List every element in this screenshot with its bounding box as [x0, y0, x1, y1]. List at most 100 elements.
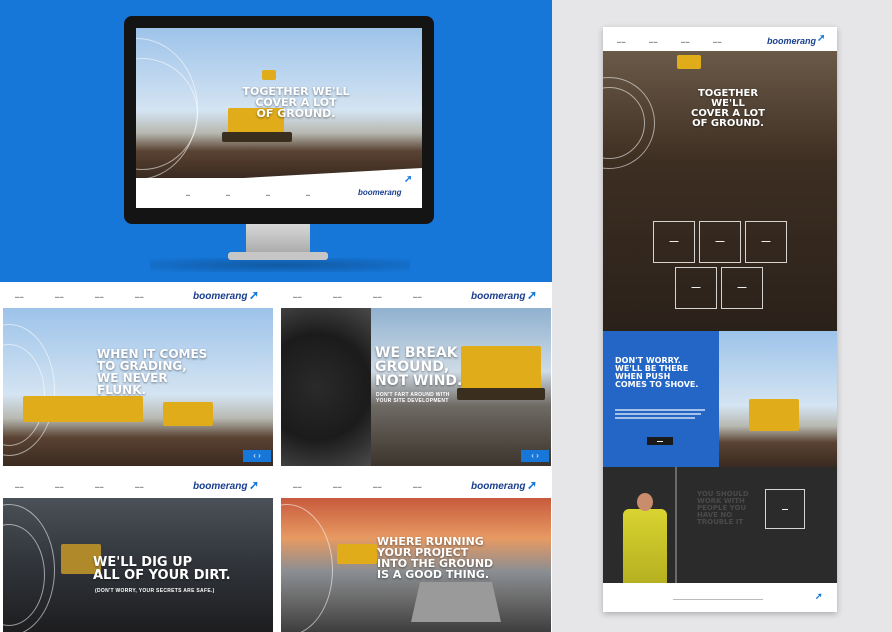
tall-survey-headline: YOU SHOULD WORK WITH PEOPLE YOU HAVE NO …: [697, 491, 749, 526]
card-nav-item[interactable]: ▬▬: [333, 484, 342, 489]
card-nav-item[interactable]: ▬▬: [373, 294, 382, 299]
card-nav-item[interactable]: ▬▬: [373, 484, 382, 489]
tall-hero-headline-line: OF GROUND.: [692, 118, 764, 129]
bulldozer-cab: [262, 70, 276, 80]
carousel-arrows[interactable]: ‹ ›: [521, 450, 549, 462]
card-subline: (DON'T WORRY, YOUR SECRETS ARE SAFE.): [95, 588, 215, 594]
hero-headline-line: OF GROUND.: [256, 107, 336, 120]
card-nav-item[interactable]: ▬▬: [95, 484, 104, 489]
tall-blue-headline: DON'T WORRY. WE'LL BE THERE WHEN PUSH CO…: [615, 357, 698, 389]
card-nav-item[interactable]: ▬▬: [135, 294, 144, 299]
card-nav-item[interactable]: ▬▬: [413, 484, 422, 489]
boomerang-swoosh-icon: ➚: [527, 478, 538, 492]
survey-pole: [675, 467, 677, 583]
card-headline-line: NOT WIND.: [375, 373, 463, 389]
tall-nav-bar: ▬▬ ▬▬ ▬▬ ▬▬ boomerang ➚: [603, 27, 837, 51]
card-nav-item[interactable]: ▬▬: [135, 484, 144, 489]
dozer-image: [749, 399, 799, 431]
card-headline: WE BREAK GROUND, NOT WIND.: [375, 346, 462, 388]
card-nav-bar: ▬▬ ▬▬ ▬▬ ▬▬ boomerang ➚: [281, 284, 551, 308]
concrete-structure-image: [411, 582, 501, 622]
monitor-shadow: [150, 258, 410, 272]
card-logo[interactable]: boomerang: [193, 291, 247, 302]
service-tile[interactable]: ▬▬▬: [721, 267, 763, 309]
body-text-placeholder: [615, 409, 705, 411]
tall-hero-headline: TOGETHER WE'LL COVER A LOT OF GROUND.: [683, 89, 773, 129]
boomerang-swoosh-icon: ➚: [815, 591, 823, 601]
card-nav-item[interactable]: ▬▬: [293, 294, 302, 299]
carousel-arrows[interactable]: ‹ ›: [243, 450, 271, 462]
tall-blue-feature-box: [603, 331, 719, 467]
card-subline-line: YOUR SITE DEVELOPMENT: [376, 398, 449, 404]
tall-nav-item[interactable]: ▬▬: [681, 39, 690, 44]
dozer-image: [461, 346, 541, 392]
hero-nav-dot[interactable]: ▬: [226, 192, 231, 197]
card-nav-bar: ▬▬ ▬▬ ▬▬ ▬▬ boomerang ➚: [3, 284, 273, 308]
card-headline-line: GROUND,: [375, 359, 450, 375]
boomerang-swoosh-icon: ➚: [249, 478, 260, 492]
card-nav-bar: ▬▬ ▬▬ ▬▬ ▬▬ boomerang ➚: [3, 474, 273, 498]
service-tile[interactable]: ▬▬▬: [699, 221, 741, 263]
tall-nav-item[interactable]: ▬▬: [617, 39, 626, 44]
card-headline: WHERE RUNNING YOUR PROJECT INTO THE GROU…: [377, 536, 493, 580]
hero-nav-dot[interactable]: ▬: [266, 192, 271, 197]
card-headline-line: IS A GOOD THING.: [377, 568, 490, 581]
card-nav-item[interactable]: ▬▬: [15, 484, 24, 489]
card-headline-line: ALL OF YOUR DIRT.: [93, 568, 231, 583]
card-nav-bar: ▬▬ ▬▬ ▬▬ ▬▬ boomerang ➚: [281, 474, 551, 498]
dozer-tracks: [457, 388, 545, 400]
card-logo[interactable]: boomerang: [471, 481, 525, 492]
survey-tile[interactable]: ▬▬: [765, 489, 805, 529]
card-nav-item[interactable]: ▬▬: [413, 294, 422, 299]
card-headline-line: WE BREAK: [375, 345, 458, 361]
tall-cta-button[interactable]: ▬▬: [647, 437, 673, 445]
hero-nav-dot[interactable]: ▬: [186, 192, 191, 197]
website-card-break-ground: ▬▬ ▬▬ ▬▬ ▬▬ boomerang ➚ WE BREAK GROUND,…: [281, 284, 551, 466]
tall-hero-headline-line: TOGETHER WE'LL: [697, 88, 759, 109]
card-nav-item[interactable]: ▬▬: [293, 484, 302, 489]
tall-logo[interactable]: boomerang: [767, 36, 816, 46]
dozer-image: [677, 55, 701, 69]
boomerang-swoosh-icon: ➚: [404, 174, 413, 185]
tall-survey-headline-line: TROUBLE IT: [697, 518, 744, 526]
dozer-image: [163, 402, 213, 426]
hero-headline: TOGETHER WE'LL COVER A LOT OF GROUND.: [236, 86, 356, 119]
card-nav-item[interactable]: ▬▬: [333, 294, 342, 299]
service-tile[interactable]: ▬▬▬: [745, 221, 787, 263]
boomerang-swoosh-icon: ➚: [249, 288, 260, 302]
tall-blue-headline-line: COMES TO SHOVE.: [615, 380, 699, 389]
monitor-stand-neck: [246, 224, 310, 254]
monitor-screen: TOGETHER WE'LL COVER A LOT OF GROUND. ▬ …: [136, 28, 422, 208]
surveyor-head: [637, 493, 653, 511]
service-tile[interactable]: ▬▬▬: [675, 267, 717, 309]
monitor-stand-base: [228, 252, 328, 260]
surveyor-image: [623, 509, 667, 583]
body-text-placeholder: [615, 413, 701, 415]
website-card-dig-dirt: ▬▬ ▬▬ ▬▬ ▬▬ boomerang ➚ WE'LL DIG UP ALL…: [3, 474, 273, 632]
boomerang-swoosh-icon: ➚: [527, 288, 538, 302]
tall-nav-item[interactable]: ▬▬: [713, 39, 722, 44]
card-nav-item[interactable]: ▬▬: [95, 294, 104, 299]
website-card-running-project: ▬▬ ▬▬ ▬▬ ▬▬ boomerang ➚ WHERE RUNNING YO…: [281, 474, 551, 632]
boomerang-swoosh-icon: ➚: [817, 33, 826, 44]
tire-image: [281, 308, 371, 466]
hero-nav-dot[interactable]: ▬: [306, 192, 311, 197]
bulldozer-tracks: [222, 132, 292, 142]
card-headline: WE'LL DIG UP ALL OF YOUR DIRT.: [93, 556, 231, 582]
card-logo[interactable]: boomerang: [193, 481, 247, 492]
service-tile[interactable]: ▬▬▬: [653, 221, 695, 263]
card-nav-item[interactable]: ▬▬: [55, 294, 64, 299]
website-card-grading: ▬▬ ▬▬ ▬▬ ▬▬ boomerang ➚ WHEN IT COMES TO…: [3, 284, 273, 466]
card-headline-line: FLUNK.: [97, 383, 147, 397]
footer-links[interactable]: [673, 599, 763, 600]
card-logo[interactable]: boomerang: [471, 291, 525, 302]
card-headline: WHEN IT COMES TO GRADING, WE NEVER FLUNK…: [97, 348, 207, 396]
excavator-image: [337, 544, 377, 564]
scraper-image: [23, 396, 143, 422]
card-nav-item[interactable]: ▬▬: [55, 484, 64, 489]
tall-nav-item[interactable]: ▬▬: [649, 39, 658, 44]
card-nav-item[interactable]: ▬▬: [15, 294, 24, 299]
hero-logo[interactable]: boomerang: [358, 188, 402, 197]
tall-page-mockup: ▬▬ ▬▬ ▬▬ ▬▬ boomerang ➚ TOGETHER WE'LL C…: [603, 27, 837, 612]
body-text-placeholder: [615, 417, 695, 419]
